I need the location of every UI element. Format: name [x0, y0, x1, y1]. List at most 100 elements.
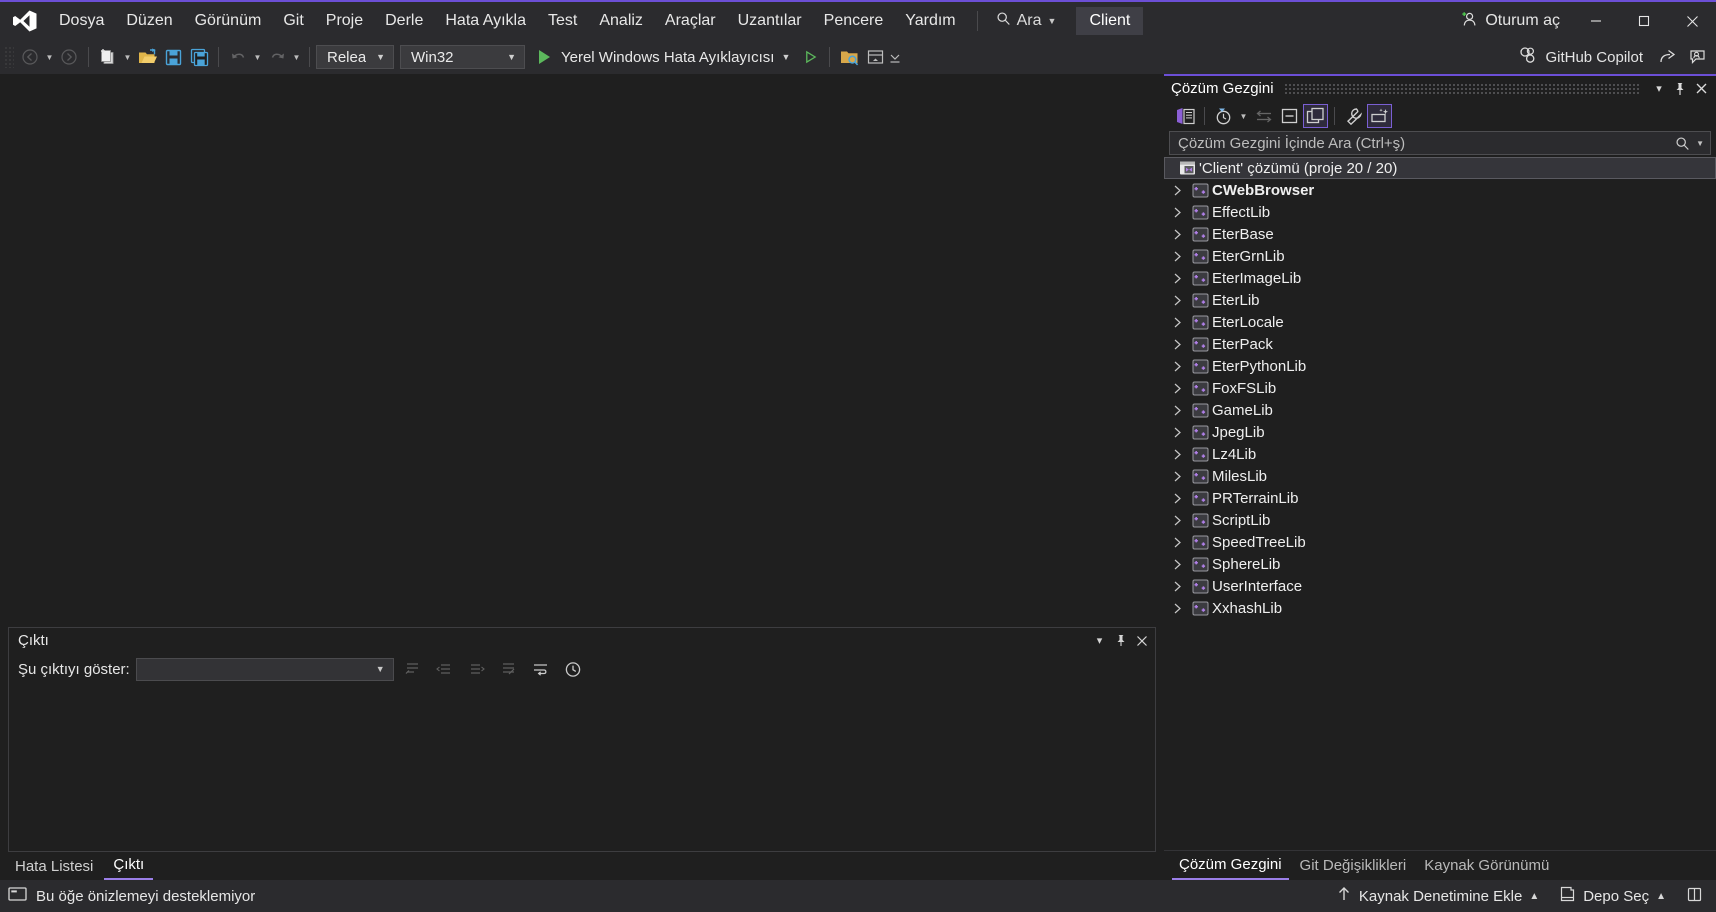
tree-node-project-eterpack[interactable]: EterPack: [1164, 333, 1716, 355]
tree-node-project-eterbase[interactable]: EterBase: [1164, 223, 1716, 245]
menu-item-pencere[interactable]: Pencere: [813, 2, 895, 40]
navigate-backward-button[interactable]: [17, 44, 43, 70]
tree-node-project-eterlib[interactable]: EterLib: [1164, 289, 1716, 311]
redo-icon[interactable]: [264, 44, 290, 70]
tree-node-project-scriptlib[interactable]: ScriptLib: [1164, 509, 1716, 531]
add-to-source-control-button[interactable]: Kaynak Denetimine Ekle ▲: [1327, 883, 1548, 909]
expander-chevron-icon[interactable]: [1166, 207, 1188, 218]
tree-node-project-eterlocale[interactable]: EterLocale: [1164, 311, 1716, 333]
output-close-button[interactable]: [1132, 631, 1151, 650]
search-options-dropdown[interactable]: ▼: [1696, 139, 1706, 148]
expander-chevron-icon[interactable]: [1166, 295, 1188, 306]
menu-item-gorunum[interactable]: Görünüm: [184, 2, 273, 40]
menu-item-duzen[interactable]: Düzen: [115, 2, 183, 40]
expander-chevron-icon[interactable]: [1166, 559, 1188, 570]
start-without-debugging-icon[interactable]: [797, 44, 823, 70]
expander-chevron-icon[interactable]: [1166, 515, 1188, 526]
tree-node-project-speedtreelib[interactable]: SpeedTreeLib: [1164, 531, 1716, 553]
expander-chevron-icon[interactable]: [1166, 405, 1188, 416]
go-to-previous-message-icon[interactable]: [432, 657, 458, 681]
feedback-icon[interactable]: [1684, 44, 1710, 70]
menu-item-proje[interactable]: Proje: [315, 2, 374, 40]
new-item-icon[interactable]: [95, 44, 121, 70]
tab-hata-listesi[interactable]: Hata Listesi: [6, 854, 102, 880]
output-source-combo[interactable]: ▼: [135, 657, 394, 681]
menu-item-dosya[interactable]: Dosya: [48, 2, 115, 40]
properties-icon[interactable]: [1341, 104, 1366, 128]
menu-item-hata-ayikla[interactable]: Hata Ayıkla: [434, 2, 537, 40]
tree-node-project-lz4lib[interactable]: Lz4Lib: [1164, 443, 1716, 465]
search-input[interactable]: [1178, 134, 1676, 152]
output-text-area[interactable]: [9, 685, 1155, 851]
expander-chevron-icon[interactable]: [1166, 251, 1188, 262]
filter-dropdown[interactable]: ▼: [1237, 103, 1250, 129]
expander-chevron-icon[interactable]: [1166, 471, 1188, 482]
save-icon[interactable]: [160, 44, 186, 70]
show-all-files-icon[interactable]: [1303, 104, 1328, 128]
solution-explorer-window-menu-button[interactable]: ▾: [1649, 79, 1669, 99]
expander-chevron-icon[interactable]: [1166, 449, 1188, 460]
menu-item-araclar[interactable]: Araçlar: [654, 2, 727, 40]
show-timestamps-icon[interactable]: [560, 657, 586, 681]
solution-tree[interactable]: 'Client' çözümü (proje 20 / 20) CWebBrow…: [1164, 155, 1716, 850]
tree-node-project-cwebbrowser[interactable]: CWebBrowser: [1164, 179, 1716, 201]
expander-chevron-icon[interactable]: [1166, 493, 1188, 504]
solution-configuration-combo[interactable]: Release ▼: [316, 45, 394, 69]
tab-cozum-gezgini[interactable]: Çözüm Gezgini: [1172, 852, 1289, 880]
menu-item-analiz[interactable]: Analiz: [588, 2, 654, 40]
expander-chevron-icon[interactable]: [1166, 537, 1188, 548]
tree-node-project-prterrainlib[interactable]: PRTerrainLib: [1164, 487, 1716, 509]
panel-drag-handle[interactable]: [1283, 83, 1639, 94]
toolbar-drag-handle[interactable]: [4, 46, 14, 68]
output-pin-button[interactable]: [1111, 631, 1130, 650]
navigate-forward-button[interactable]: [56, 44, 82, 70]
tree-node-project-userinterface[interactable]: UserInterface: [1164, 575, 1716, 597]
save-all-icon[interactable]: [186, 44, 212, 70]
tree-node-project-foxfslib[interactable]: FoxFSLib: [1164, 377, 1716, 399]
select-repository-button[interactable]: Depo Seç ▲: [1550, 883, 1675, 909]
tree-node-solution-root[interactable]: 'Client' çözümü (proje 20 / 20): [1164, 157, 1716, 179]
output-window-dropdown-button[interactable]: ▾: [1090, 631, 1109, 650]
notifications-button[interactable]: [1677, 883, 1712, 909]
solution-explorer-close-button[interactable]: [1691, 79, 1711, 99]
tree-node-project-effectlib[interactable]: EffectLib: [1164, 201, 1716, 223]
expander-chevron-icon[interactable]: [1166, 427, 1188, 438]
expander-chevron-icon[interactable]: [1166, 603, 1188, 614]
close-button[interactable]: [1668, 1, 1716, 41]
go-to-next-message-icon[interactable]: [464, 657, 490, 681]
expander-chevron-icon[interactable]: [1166, 317, 1188, 328]
solution-platform-combo[interactable]: Win32 ▼: [400, 45, 525, 69]
editor-empty-area[interactable]: [0, 74, 1164, 627]
undo-dropdown[interactable]: ▼: [251, 44, 264, 70]
maximize-button[interactable]: [1620, 1, 1668, 41]
new-item-dropdown[interactable]: ▼: [121, 44, 134, 70]
solution-explorer-pin-button[interactable]: [1670, 79, 1690, 99]
expander-chevron-icon[interactable]: [1166, 185, 1188, 196]
tree-node-project-etergrnlib[interactable]: EterGrnLib: [1164, 245, 1716, 267]
tree-node-project-eterpythonlib[interactable]: EterPythonLib: [1164, 355, 1716, 377]
menu-item-test[interactable]: Test: [537, 2, 588, 40]
search-solution-folder-icon[interactable]: [836, 44, 862, 70]
tree-node-project-eterimagelib[interactable]: EterImageLib: [1164, 267, 1716, 289]
expander-chevron-icon[interactable]: [1166, 581, 1188, 592]
global-search[interactable]: Ara ▼: [988, 8, 1065, 34]
solution-explorer-search-box[interactable]: ▼: [1169, 131, 1711, 155]
menu-item-uzantilar[interactable]: Uzantılar: [727, 2, 813, 40]
expander-chevron-icon[interactable]: [1166, 361, 1188, 372]
preview-selected-items-icon[interactable]: [1367, 104, 1392, 128]
switch-views-icon[interactable]: [1173, 104, 1198, 128]
undo-icon[interactable]: [225, 44, 251, 70]
navigate-backward-dropdown[interactable]: ▼: [43, 44, 56, 70]
tab-git-degisiklikleri[interactable]: Git Değişiklikleri: [1293, 853, 1414, 879]
toolbar-overflow-button[interactable]: [888, 44, 901, 70]
solution-chip[interactable]: Client: [1076, 7, 1144, 35]
tab-cikti[interactable]: Çıktı: [104, 852, 154, 880]
clear-all-icon[interactable]: [496, 657, 522, 681]
menu-item-git[interactable]: Git: [272, 2, 314, 40]
find-message-icon[interactable]: [400, 657, 426, 681]
toggle-word-wrap-icon[interactable]: [528, 657, 554, 681]
redo-dropdown[interactable]: ▼: [290, 44, 303, 70]
tree-node-project-mileslib[interactable]: MilesLib: [1164, 465, 1716, 487]
start-debug-button[interactable]: Yerel Windows Hata Ayıklayıcısı ▼: [531, 44, 797, 70]
expander-chevron-icon[interactable]: [1166, 383, 1188, 394]
